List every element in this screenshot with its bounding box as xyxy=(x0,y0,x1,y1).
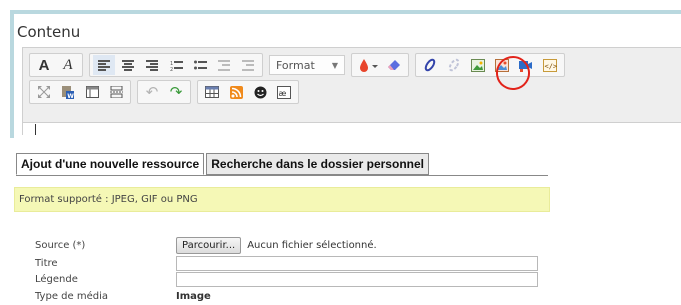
redo-icon[interactable]: ↷ xyxy=(165,82,187,102)
indent-icon[interactable] xyxy=(237,55,259,75)
alignment-group: 12 xyxy=(89,53,263,77)
caption-input[interactable] xyxy=(176,271,538,287)
special-characters-icon[interactable]: æ xyxy=(273,82,295,102)
link-icon[interactable] xyxy=(419,55,441,75)
text-style-group: A A xyxy=(29,53,83,77)
outdent-icon[interactable] xyxy=(213,55,235,75)
editor-content-area[interactable] xyxy=(22,121,681,135)
align-left-icon[interactable] xyxy=(93,55,115,75)
format-dropdown[interactable]: Format ▼ xyxy=(269,55,345,75)
svg-text:</>: </> xyxy=(545,62,558,70)
editor-toolbar: A A 12 Format ▼ </> W ↶ ↷ æ xyxy=(22,47,681,123)
tab-personal-folder-search[interactable]: Recherche dans le dossier personnel xyxy=(206,153,429,175)
chevron-down-icon: ▼ xyxy=(331,60,338,70)
tab-divider xyxy=(16,175,548,176)
text-cursor xyxy=(35,124,36,135)
title-input[interactable] xyxy=(176,255,538,271)
media-type-label: Type de média xyxy=(35,290,108,302)
media-type-value: Image xyxy=(176,290,211,302)
maximize-icon[interactable] xyxy=(33,82,55,102)
caption-label: Légende xyxy=(35,273,78,285)
eraser-icon[interactable] xyxy=(383,55,405,75)
italic-icon[interactable]: A xyxy=(57,55,79,75)
bullet-list-icon[interactable] xyxy=(189,55,211,75)
text-color-icon[interactable] xyxy=(355,55,381,75)
insert-group: </> xyxy=(415,53,565,77)
table-icon[interactable] xyxy=(201,82,223,102)
rss-icon[interactable] xyxy=(225,82,247,102)
undo-icon[interactable]: ↶ xyxy=(141,82,163,102)
no-file-text: Aucun fichier sélectionné. xyxy=(247,239,377,251)
format-notice: Format supporté : JPEG, GIF ou PNG xyxy=(14,187,550,212)
extras-group: æ xyxy=(197,80,299,104)
image-icon[interactable] xyxy=(467,55,489,75)
html-embed-icon[interactable]: </> xyxy=(539,55,561,75)
bold-icon[interactable]: A xyxy=(33,55,55,75)
align-center-icon[interactable] xyxy=(117,55,139,75)
paste-from-word-icon[interactable]: W xyxy=(57,82,79,102)
unlink-icon[interactable] xyxy=(443,55,465,75)
smiley-icon[interactable] xyxy=(249,82,271,102)
numbered-list-icon[interactable]: 12 xyxy=(165,55,187,75)
edit-group: W xyxy=(29,80,131,104)
svg-text:2: 2 xyxy=(170,67,173,71)
resource-tabs: Ajout d'une nouvelle ressource Recherche… xyxy=(16,153,429,175)
tab-new-resource[interactable]: Ajout d'une nouvelle ressource xyxy=(16,153,205,175)
format-dropdown-label: Format xyxy=(276,58,315,72)
svg-text:æ: æ xyxy=(279,89,287,98)
svg-text:W: W xyxy=(67,93,74,99)
source-label: Source (*) xyxy=(35,239,86,251)
align-right-icon[interactable] xyxy=(141,55,163,75)
history-group: ↶ ↷ xyxy=(137,80,191,104)
color-group xyxy=(351,53,409,77)
browse-button[interactable]: Parcourir... xyxy=(176,236,242,254)
title-label: Titre xyxy=(35,257,58,269)
editor-title: Contenu xyxy=(17,23,81,41)
page-break-icon[interactable] xyxy=(105,82,127,102)
template-icon[interactable] xyxy=(81,82,103,102)
